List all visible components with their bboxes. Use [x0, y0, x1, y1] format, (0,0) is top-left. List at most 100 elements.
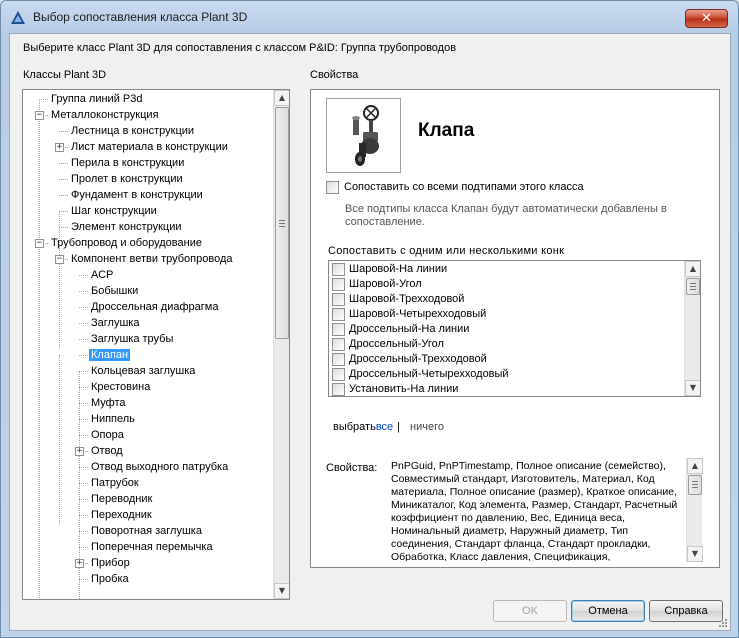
select-all-link[interactable]: все — [376, 421, 393, 433]
tree-connector — [79, 419, 88, 420]
properties-text: PnPGuid, PnPTimestamp, Полное описание (… — [391, 460, 678, 561]
instruction-text: Выберите класс Plant 3D для сопоставлени… — [23, 42, 457, 54]
tree-item[interactable]: Трубопровод и оборудование — [49, 235, 204, 251]
tree-item[interactable]: Пролет в конструкции — [69, 171, 185, 187]
subtype-label: Шаровой-Четырехходовый — [349, 308, 487, 320]
subtype-checkbox[interactable] — [332, 263, 345, 276]
tree-scroll-thumb[interactable] — [275, 107, 289, 339]
tree-scrollbar[interactable]: ▲ ▼ — [273, 90, 289, 599]
tree-item[interactable]: Фундамент в конструкции — [69, 187, 205, 203]
tree-item[interactable]: Крестовина — [89, 379, 152, 395]
tree-item[interactable]: Пробка — [89, 571, 131, 587]
tree-item[interactable]: Поперечная перемычка — [89, 539, 215, 555]
resize-grip-icon[interactable] — [718, 618, 728, 628]
subtype-label: Шаровой-Угол — [349, 278, 422, 290]
tree-item-label: Лестница в конструкции — [71, 125, 195, 137]
tree-item[interactable]: АСР — [89, 267, 115, 283]
tree-item[interactable]: Элемент конструкции — [69, 219, 184, 235]
tree-connector — [79, 355, 88, 356]
subtype-checkbox[interactable] — [332, 353, 345, 366]
expand-icon[interactable]: + — [75, 559, 84, 568]
close-icon: ✕ — [701, 11, 712, 26]
tree-item[interactable]: Компонент ветви трубопровода — [69, 251, 234, 267]
tree-connector — [79, 467, 88, 468]
tree-item[interactable]: Заглушка трубы — [89, 331, 175, 347]
tree-item[interactable]: Группа линий P3d — [49, 91, 144, 107]
subtypes-scrollbar[interactable]: ▲ ▼ — [684, 261, 700, 396]
subtype-checkbox[interactable] — [332, 383, 345, 396]
window-title: Выбор сопоставления класса Plant 3D — [33, 10, 248, 24]
tree-connector — [39, 99, 48, 100]
select-prefix: выбрать — [333, 421, 376, 433]
subtype-checkbox[interactable] — [332, 308, 345, 321]
scroll-down-icon[interactable]: ▼ — [274, 583, 289, 599]
select-links: выбратьвсе | ничего — [333, 421, 444, 433]
subtype-checkbox[interactable] — [332, 338, 345, 351]
tree-item-label: Переводник — [91, 493, 153, 505]
tree-item[interactable]: Муфта — [89, 395, 128, 411]
subtypes-list[interactable]: Шаровой-На линии Шаровой-Угол Шаровой-Трех… — [328, 260, 701, 397]
help-button[interactable]: Справка — [649, 600, 723, 622]
expand-icon[interactable]: + — [75, 447, 84, 456]
tree-item[interactable]: Опора — [89, 427, 126, 443]
tree-item[interactable]: Металлоконструкция — [49, 107, 161, 123]
tree-item-label: Трубопровод и оборудование — [51, 237, 202, 249]
tree-item-label: Поперечная перемычка — [91, 541, 213, 553]
tree-item[interactable]: Заглушка — [89, 315, 141, 331]
class-image — [326, 98, 401, 173]
tree-item[interactable]: Бобышки — [89, 283, 140, 299]
tree-item[interactable]: Отвод — [89, 443, 125, 459]
tree-connector — [59, 163, 68, 164]
subtype-checkbox[interactable] — [332, 293, 345, 306]
tree-item-label: Кольцевая заглушка — [91, 365, 196, 377]
title-bar[interactable]: Выбор сопоставления класса Plant 3D ✕ — [1, 1, 738, 33]
scroll-down-icon[interactable]: ▼ — [687, 546, 703, 562]
tree-connector — [79, 579, 88, 580]
expand-icon[interactable]: + — [55, 143, 64, 152]
tree-item[interactable]: Ниппель — [89, 411, 137, 427]
autocad-plant-icon — [11, 11, 25, 24]
tree-item[interactable]: Клапан — [89, 347, 131, 363]
close-button[interactable]: ✕ — [685, 9, 728, 28]
ok-button[interactable]: OK — [493, 600, 567, 622]
tree-connector — [79, 547, 88, 548]
collapse-icon[interactable]: − — [35, 111, 44, 120]
tree-item-label: Перила в конструкции — [71, 157, 185, 169]
tree-item[interactable]: Лист материала в конструкции — [69, 139, 230, 155]
tree-item[interactable]: Поворотная заглушка — [89, 523, 204, 539]
subtype-checkbox[interactable] — [332, 368, 345, 381]
tree-item[interactable]: Переходник — [89, 507, 154, 523]
scroll-down-icon[interactable]: ▼ — [685, 380, 700, 396]
tree-item-label: АСР — [91, 269, 114, 281]
subtype-checkbox[interactable] — [332, 323, 345, 336]
subtypes-scroll-thumb[interactable] — [686, 278, 700, 295]
subtype-checkbox[interactable] — [332, 278, 345, 291]
tree-item[interactable]: Дроссельная диафрагма — [89, 299, 220, 315]
select-separator: | — [397, 421, 401, 433]
tree-connector — [79, 483, 88, 484]
cancel-button[interactable]: Отмена — [571, 600, 645, 622]
tree-item-label: Клапан — [89, 349, 131, 361]
tree-connector — [79, 291, 88, 292]
scroll-up-icon[interactable]: ▲ — [687, 458, 703, 474]
tree-item[interactable]: Патрубок — [89, 475, 141, 491]
tree-item[interactable]: Шаг конструкции — [69, 203, 159, 219]
collapse-icon[interactable]: − — [55, 255, 64, 264]
tree-item[interactable]: Перила в конструкции — [69, 155, 186, 171]
tree-connector — [59, 211, 60, 349]
tree-item[interactable]: Переводник — [89, 491, 154, 507]
tree-item[interactable]: Лестница в конструкции — [69, 123, 196, 139]
select-none-link[interactable]: ничего — [410, 421, 444, 433]
tree-item[interactable]: Прибор — [89, 555, 132, 571]
properties-scrollbar[interactable]: ▲ ▼ — [686, 458, 703, 562]
match-all-label[interactable]: Сопоставить со всеми подтипами этого кла… — [344, 181, 584, 193]
class-tree[interactable]: Группа линий P3d Металлоконструкция − Лестн… — [22, 89, 290, 600]
tree-item[interactable]: Отвод выходного патрубка — [89, 459, 230, 475]
properties-scroll-thumb[interactable] — [688, 475, 702, 495]
tree-item[interactable]: Кольцевая заглушка — [89, 363, 197, 379]
tree-connector — [79, 323, 88, 324]
match-all-checkbox[interactable] — [326, 181, 339, 194]
scroll-up-icon[interactable]: ▲ — [274, 90, 289, 106]
scroll-up-icon[interactable]: ▲ — [685, 261, 700, 277]
collapse-icon[interactable]: − — [35, 239, 44, 248]
